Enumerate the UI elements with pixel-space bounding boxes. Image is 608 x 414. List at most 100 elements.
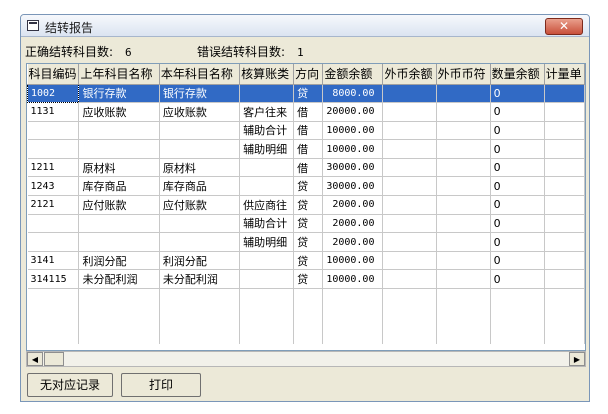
table-cell: 辅助合计: [239, 121, 295, 141]
table-cell: 辅助合计: [239, 214, 295, 234]
table-cell: 借: [293, 102, 324, 122]
table-cell: 2121: [27, 195, 80, 215]
table-row[interactable]: 1131 应收账款 应收账款 客户往来借 20000.00 0: [27, 102, 585, 122]
table-row[interactable]: 辅助明细贷 2000.00 0: [27, 232, 585, 252]
table-cell: [382, 158, 437, 178]
table-cell: [436, 176, 491, 197]
table-row[interactable]: 辅助合计借 10000.00 0: [27, 121, 585, 141]
table-row[interactable]: 1002 银行存款 银行存款贷 8000.00 0: [27, 83, 585, 104]
table-cell: [436, 102, 491, 122]
no-match-records-button[interactable]: 无对应记录: [27, 373, 113, 397]
table-cell: 借: [293, 139, 324, 159]
table-cell: 10000.00: [322, 251, 384, 271]
column-header[interactable]: 外币币符: [436, 64, 491, 85]
empty-cell: [490, 307, 545, 326]
empty-cell: [322, 288, 384, 308]
table-cell: [239, 251, 295, 271]
empty-cell: [382, 307, 437, 326]
table-row[interactable]: 3141 利润分配 利润分配贷 10000.00 0: [27, 251, 585, 271]
empty-cell: [159, 307, 241, 326]
table-cell: 0: [490, 102, 545, 122]
table-cell: [159, 232, 241, 252]
table-cell: [436, 232, 491, 252]
scroll-right-arrow-icon[interactable]: ▶: [569, 352, 585, 366]
horizontal-scrollbar[interactable]: ◀ ▶: [26, 351, 586, 367]
table-row[interactable]: 2121 应付账款 应付账款 供应商往贷 2000.00 0: [27, 195, 585, 215]
table-cell: [436, 195, 491, 215]
empty-cell: [382, 288, 437, 308]
column-header[interactable]: 方向: [293, 64, 324, 85]
table-cell: [544, 251, 585, 271]
empty-cell: [293, 307, 324, 326]
empty-cell: [490, 325, 545, 345]
table-cell: 应收账款: [78, 102, 160, 122]
table-cell: [27, 214, 80, 234]
table-cell: 应收账款: [159, 102, 241, 122]
column-header[interactable]: 计量单: [544, 64, 585, 85]
table-cell: 2000.00: [322, 232, 384, 252]
empty-cell: [159, 288, 241, 308]
correct-count: 正确结转科目数: 6: [25, 43, 132, 60]
empty-cell: [322, 307, 384, 326]
scroll-left-arrow-icon[interactable]: ◀: [27, 352, 43, 366]
column-header[interactable]: 金额余额: [322, 64, 384, 85]
table-row[interactable]: 辅助合计贷 2000.00 0: [27, 214, 585, 234]
table-cell: [382, 195, 437, 215]
table-cell: 借: [293, 158, 324, 178]
close-button[interactable]: ✕: [545, 18, 583, 35]
table-cell: 2000.00: [322, 214, 384, 234]
empty-cell: [159, 325, 241, 345]
empty-cell: [436, 307, 491, 326]
column-header[interactable]: 外币余额: [382, 64, 437, 85]
column-header[interactable]: 数量余额: [490, 64, 545, 85]
table-cell: 0: [490, 251, 545, 271]
column-header[interactable]: 本年科目名称: [159, 64, 241, 85]
table-cell: 辅助明细: [239, 232, 295, 252]
table-row[interactable]: 1211 原材料 原材料借 30000.00 0: [27, 158, 585, 178]
column-header[interactable]: 上年科目名称: [78, 64, 160, 85]
empty-cell: [293, 325, 324, 345]
table-cell: 银行存款: [78, 84, 160, 104]
table-cell: 0: [490, 121, 545, 141]
empty-cell: [27, 325, 80, 345]
table-cell: [544, 121, 585, 141]
table-cell: 贷: [293, 176, 324, 197]
carryover-grid[interactable]: 科目编码 上年科目名称 本年科目名称 核算账类 方向 金额余额 外币余额 外币币符 数量余额 计量…: [26, 63, 586, 351]
table-cell: 1002: [27, 83, 80, 104]
table-cell: 1243: [27, 176, 80, 197]
table-cell: 银行存款: [159, 84, 241, 104]
title-bar: 结转报告 ✕: [21, 15, 589, 37]
table-cell: [239, 84, 295, 104]
table-cell: 2000.00: [322, 195, 384, 215]
table-row[interactable]: 314115 未分配利润 未分配利润贷 10000.00 0: [27, 269, 585, 290]
table-cell: [544, 102, 585, 122]
table-cell: [382, 214, 437, 234]
empty-row: [27, 288, 585, 308]
error-count-label: 错误结转科目数:: [197, 45, 286, 59]
empty-cell: [436, 288, 491, 308]
table-cell: 辅助明细: [239, 139, 295, 159]
table-cell: 8000.00: [322, 84, 384, 104]
table-cell: 0: [490, 176, 545, 197]
table-cell: 应付账款: [78, 195, 160, 215]
scroll-thumb[interactable]: [44, 352, 64, 366]
error-count-value: 1: [297, 46, 304, 59]
table-cell: [239, 176, 295, 197]
table-cell: [239, 158, 295, 178]
table-cell: [78, 139, 160, 159]
table-cell: 314115: [27, 269, 80, 290]
table-cell: 10000.00: [322, 121, 384, 141]
table-cell: 借: [293, 121, 324, 141]
table-cell: 未分配利润: [159, 269, 241, 290]
table-row[interactable]: 辅助明细借 10000.00 0: [27, 139, 585, 159]
empty-cell: [78, 307, 160, 326]
correct-count-value: 6: [125, 46, 132, 59]
table-cell: 贷: [293, 232, 324, 252]
table-cell: 利润分配: [159, 251, 241, 271]
empty-cell: [239, 325, 295, 345]
table-cell: 原材料: [159, 158, 241, 178]
table-row[interactable]: 1243 库存商品 库存商品贷 30000.00 0: [27, 176, 585, 197]
column-header[interactable]: 核算账类: [239, 64, 295, 85]
print-button[interactable]: 打印: [121, 373, 201, 397]
column-header[interactable]: 科目编码: [27, 64, 80, 85]
